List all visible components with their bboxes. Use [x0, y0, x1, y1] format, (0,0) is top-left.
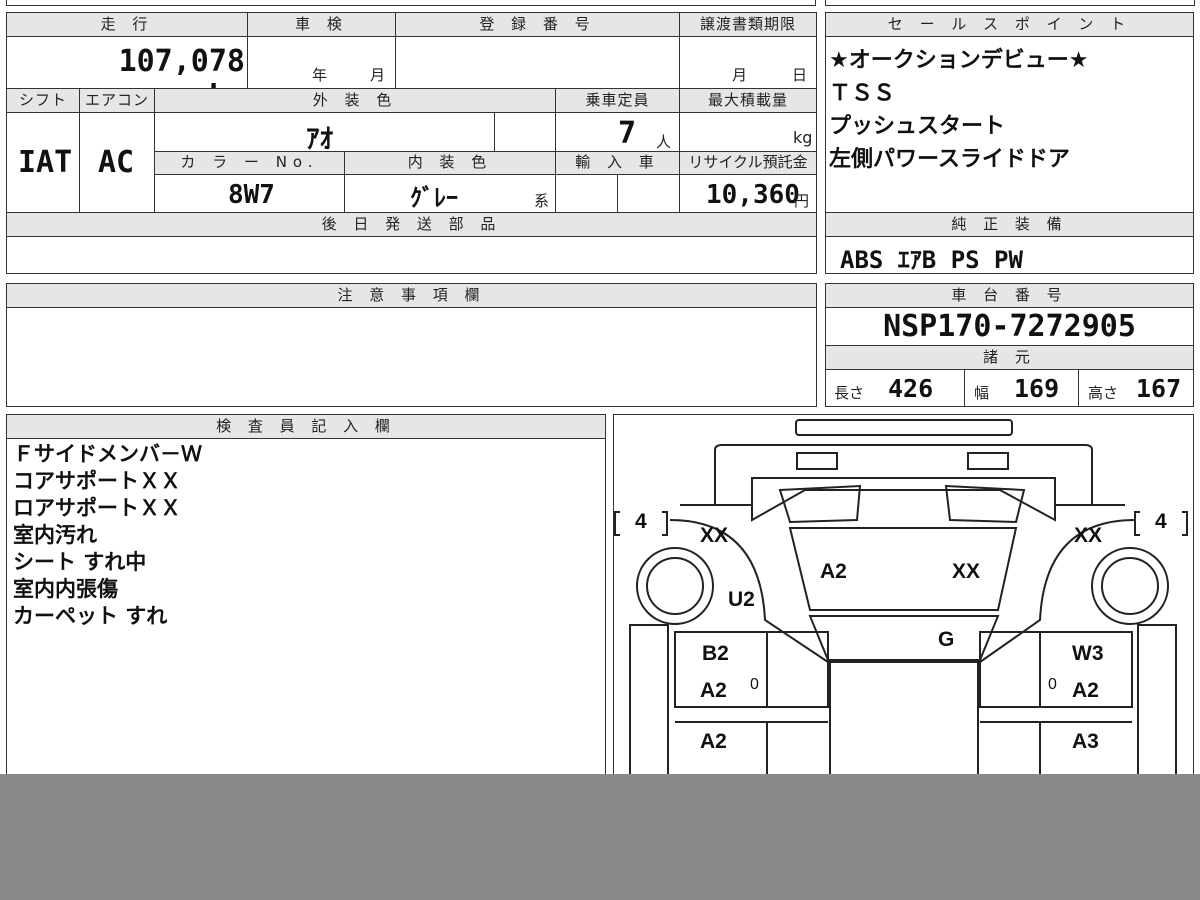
transfer-month-label: 月: [732, 66, 748, 84]
color-no-value: 8W7: [228, 180, 275, 210]
inspector-note: シート すれ中: [13, 550, 147, 574]
mark-fr-door-bottom: A2: [1072, 679, 1099, 702]
inspector-header: 検 査 員 記 入 欄: [7, 415, 605, 439]
chassis-number: NSP170-7272905: [883, 309, 1136, 344]
aircon-header: エアコン: [80, 89, 154, 113]
mark-fl-door-bottom: A2: [700, 679, 727, 702]
sales-point-item: ＴＳＳ: [829, 81, 896, 106]
max-load-header: 最大積載量: [680, 89, 816, 113]
transfer-day-label: 日: [792, 66, 808, 84]
recycle-value: 10,360: [706, 180, 800, 210]
top-sliver-row: [6, 0, 816, 6]
length-value: 426: [888, 374, 934, 403]
interior-color-suffix: 系: [534, 192, 550, 210]
genuine-equipment-header: 純 正 装 備: [826, 213, 1193, 237]
inspector-note: カーペット すれ: [13, 604, 168, 628]
mark-fr-door-top: W3: [1072, 642, 1104, 665]
notes-header: 注 意 事 項 欄: [7, 284, 816, 308]
import-header: 輸 入 車: [556, 152, 679, 175]
max-load-unit: kg: [793, 128, 813, 147]
later-parts-header: 後 日 発 送 部 品: [7, 213, 816, 237]
mark-rr-door: A3: [1072, 730, 1099, 753]
shaken-header: 車 検: [248, 13, 395, 37]
tire-right-value: 4: [1155, 510, 1167, 533]
width-label: 幅: [974, 384, 990, 402]
shaken-month-label: 月: [370, 66, 386, 84]
dimensions-header: 諸 元: [826, 346, 1193, 370]
aircon-value: AC: [98, 145, 135, 180]
inspector-note: コアサポートＸＸ: [13, 469, 181, 493]
height-label: 高さ: [1088, 384, 1119, 402]
mark-windshield: G: [938, 628, 955, 651]
registration-header: 登 録 番 号: [396, 13, 679, 37]
interior-color-value: ｸﾞﾚｰ: [410, 184, 458, 212]
sales-point-item: 左側パワースライドドア: [829, 147, 1070, 172]
transfer-deadline-header: 譲渡書類期限: [680, 13, 816, 37]
interior-color-header: 内 装 色: [345, 152, 555, 175]
length-label: 長さ: [834, 384, 865, 402]
mark-fl-wheel-arch: U2: [728, 588, 755, 611]
sales-points-list: ★オークションデビュー★ ＴＳＳ プッシュスタート 左側パワースライドドア: [829, 44, 1088, 176]
shaken-year-label: 年: [312, 66, 328, 84]
tire-left-value: 4: [635, 510, 647, 533]
capacity-header: 乗車定員: [556, 89, 679, 113]
mark-hood-left: A2: [820, 560, 847, 583]
mark-fl-door-top: B2: [702, 642, 729, 665]
mark-hood-right: XX: [952, 560, 981, 583]
inspector-note: ロアサポートＸＸ: [13, 496, 181, 520]
mark-right-small: 0: [1048, 676, 1057, 693]
sales-point-item: ★オークションデビュー★: [829, 48, 1089, 73]
exterior-color-header: 外 装 色: [155, 89, 555, 113]
chassis-header: 車 台 番 号: [826, 284, 1193, 308]
mark-rl-door: A2: [700, 730, 727, 753]
inspector-notes: Ｆサイドメンバ－Ｗ コアサポートＸＸ ロアサポートＸＸ 室内汚れ シート すれ中…: [13, 441, 202, 630]
inspector-note: 室内汚れ: [13, 523, 97, 547]
color-no-header: カ ラ ー No.: [155, 152, 344, 175]
width-value: 169: [1014, 374, 1060, 403]
mark-fl-fender: XX: [700, 524, 729, 547]
mark-left-small: 0: [750, 676, 759, 693]
sales-points-header: セ ー ル ス ポ イ ン ト: [826, 13, 1193, 37]
top-sliver-right: [825, 0, 1195, 6]
capacity-value: 7: [618, 116, 637, 151]
sales-point-item: プッシュスタート: [829, 114, 1006, 139]
capacity-unit: 人: [656, 133, 672, 151]
inspector-note: 室内内張傷: [13, 577, 118, 601]
mileage-header: 走 行: [7, 13, 247, 37]
genuine-equipment-value: ABS ｴｱB PS PW: [840, 246, 1023, 274]
shift-header: シフト: [7, 89, 79, 113]
shift-value: IAT: [18, 145, 73, 180]
mark-fr-fender: XX: [1074, 524, 1103, 547]
inspector-note: Ｆサイドメンバ－Ｗ: [13, 442, 202, 466]
height-value: 167: [1136, 374, 1182, 403]
bottom-gray-overlay: [0, 774, 1200, 900]
recycle-header: リサイクル預託金: [680, 152, 816, 175]
recycle-unit: 円: [794, 192, 810, 210]
